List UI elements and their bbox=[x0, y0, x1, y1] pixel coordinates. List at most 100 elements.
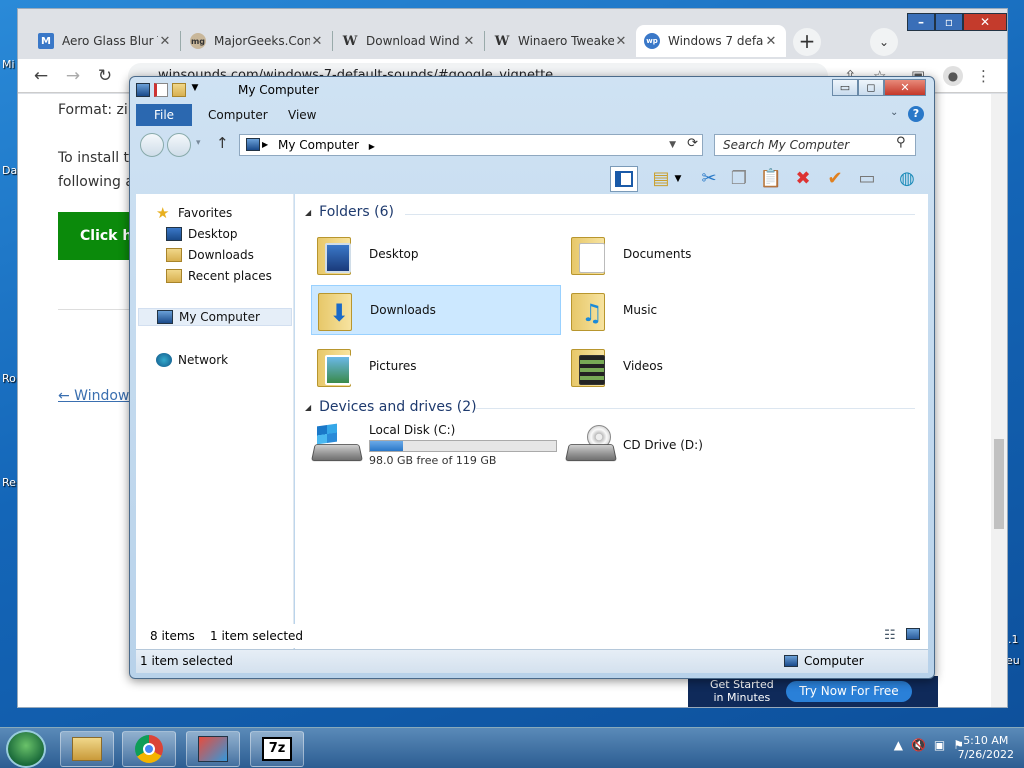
desktop-icon-label[interactable]: eu bbox=[1006, 654, 1020, 667]
copy-icon[interactable]: ❐ bbox=[726, 166, 752, 192]
nav-my-computer[interactable]: My Computer bbox=[138, 308, 292, 326]
folder-desktop[interactable]: Desktop bbox=[311, 229, 561, 279]
desktop-icon-label[interactable]: Da bbox=[2, 164, 17, 177]
tab-winaero-tweaker[interactable]: W Winaero Tweake ✕ bbox=[486, 25, 636, 57]
forward-arrow-icon[interactable]: → bbox=[62, 65, 84, 87]
network-globe-icon[interactable]: ◍ bbox=[894, 166, 920, 192]
back-button[interactable] bbox=[140, 133, 164, 157]
forward-button[interactable] bbox=[167, 133, 191, 157]
clock[interactable]: 5:10 AM 7/26/2022 bbox=[958, 734, 1014, 762]
taskbar-7zip-button[interactable]: 7z bbox=[250, 731, 304, 767]
tab-download-windows[interactable]: W Download Wind ✕ bbox=[334, 25, 484, 57]
new-tab-button[interactable]: + bbox=[793, 28, 821, 56]
tab-close-icon[interactable]: ✕ bbox=[158, 34, 172, 49]
maximize-button[interactable]: ◻ bbox=[858, 79, 884, 96]
breadcrumb-chevron-icon[interactable]: ▶ bbox=[262, 135, 268, 155]
minimize-button[interactable]: – bbox=[907, 13, 935, 31]
reload-icon[interactable]: ↻ bbox=[94, 65, 116, 87]
folder-downloads[interactable]: ⬇ Downloads bbox=[311, 285, 561, 335]
delete-x-icon[interactable]: ✖ bbox=[790, 166, 816, 192]
taskbar-chrome-button[interactable] bbox=[122, 731, 176, 767]
back-arrow-icon[interactable]: ← bbox=[30, 65, 52, 87]
folder-pictures[interactable]: Pictures bbox=[311, 341, 561, 391]
tab-close-icon[interactable]: ✕ bbox=[462, 34, 476, 49]
large-icons-view-icon[interactable] bbox=[906, 628, 920, 640]
dropdown-arrow-icon[interactable]: ▼ bbox=[672, 166, 684, 192]
tab-strip: M Aero Glass Blur T ✕ mg MajorGeeks.Con … bbox=[18, 9, 1007, 61]
tab-close-icon[interactable]: ✕ bbox=[764, 34, 778, 49]
folder-videos[interactable]: Videos bbox=[565, 341, 815, 391]
help-icon[interactable]: ? bbox=[908, 106, 924, 122]
volume-muted-icon[interactable]: 🔇 bbox=[911, 738, 926, 752]
drive-cd-d[interactable]: CD Drive (D:) bbox=[564, 420, 815, 470]
customize-qat-icon[interactable]: ▼ bbox=[190, 83, 200, 97]
details-view-icon[interactable]: ☷ bbox=[884, 628, 896, 643]
folder-music[interactable]: ♫ Music bbox=[565, 285, 815, 335]
maximize-button[interactable]: ▫ bbox=[935, 13, 963, 31]
desktop-icon-label[interactable]: Mi bbox=[2, 58, 15, 71]
tab-windows7-sounds[interactable]: wp Windows 7 defa ✕ bbox=[636, 25, 786, 57]
nav-recent-places[interactable]: Recent places bbox=[166, 267, 272, 285]
cut-scissors-icon[interactable]: ✂ bbox=[696, 166, 722, 192]
ad-cta-button[interactable]: Try Now For Free bbox=[786, 681, 912, 702]
collapse-arrow-icon[interactable]: ◢ bbox=[305, 403, 311, 412]
paste-clipboard-icon[interactable]: 📋 bbox=[758, 166, 784, 192]
previous-post-link[interactable]: ← Windows bbox=[58, 388, 137, 404]
desktop-icon-label[interactable]: Re bbox=[2, 476, 16, 489]
collapse-arrow-icon[interactable]: ◢ bbox=[305, 208, 311, 217]
desktop-folder-icon bbox=[317, 233, 353, 275]
tab-separator bbox=[332, 31, 333, 51]
up-arrow-icon[interactable]: ↑ bbox=[216, 134, 229, 152]
close-button[interactable]: ✕ bbox=[884, 79, 926, 96]
search-input[interactable]: Search My Computer bbox=[714, 134, 916, 156]
group-header-devices[interactable]: ◢ Devices and drives (2) bbox=[305, 399, 477, 415]
drive-local-disk-c[interactable]: Local Disk (C:) 98.0 GB free of 119 GB bbox=[310, 420, 561, 470]
show-hidden-icons-icon[interactable]: ▲ bbox=[894, 738, 903, 752]
breadcrumb-chevron-icon[interactable]: ▶ bbox=[369, 142, 375, 151]
tab-title: Aero Glass Blur T bbox=[62, 34, 158, 48]
rename-field-icon[interactable]: ▭ bbox=[854, 166, 880, 192]
advertisement-banner[interactable]: Get Started in Minutes Try Now For Free bbox=[688, 676, 938, 707]
tweaker-app-icon bbox=[198, 736, 228, 762]
network-icon[interactable]: ▣ bbox=[934, 738, 945, 752]
tab-search-button[interactable]: ⌄ bbox=[870, 28, 898, 56]
tab-majorgeeks[interactable]: mg MajorGeeks.Con ✕ bbox=[182, 25, 332, 57]
site-favicon-icon: W bbox=[494, 33, 510, 49]
tab-aero-glass[interactable]: M Aero Glass Blur T ✕ bbox=[30, 25, 180, 57]
start-button-windows-icon[interactable] bbox=[6, 730, 46, 768]
tab-computer[interactable]: Computer bbox=[194, 104, 282, 126]
address-dropdown-icon[interactable]: ▼ bbox=[669, 135, 676, 155]
rename-check-icon[interactable]: ✔ bbox=[822, 166, 848, 192]
folder-documents[interactable]: Documents bbox=[565, 229, 815, 279]
nav-favorites[interactable]: ★ Favorites bbox=[156, 204, 232, 222]
nav-desktop[interactable]: Desktop bbox=[166, 225, 238, 243]
nav-network[interactable]: Network bbox=[156, 351, 228, 369]
page-scrollbar[interactable] bbox=[991, 94, 1007, 707]
nav-downloads[interactable]: Downloads bbox=[166, 246, 254, 264]
group-header-folders[interactable]: ◢ Folders (6) bbox=[305, 204, 394, 220]
taskbar-explorer-button[interactable] bbox=[60, 731, 114, 767]
minimize-button[interactable]: ▭ bbox=[832, 79, 858, 96]
recent-locations-icon[interactable]: ▾ bbox=[196, 138, 201, 148]
desktop-icon-label[interactable]: Ro bbox=[2, 372, 16, 385]
desktop-icon-label[interactable]: .1 bbox=[1008, 633, 1019, 646]
menu-kebab-icon[interactable]: ⋮ bbox=[976, 67, 991, 85]
address-field[interactable]: ▶ My Computer ▶ ▼ ⟳ bbox=[239, 134, 703, 156]
ribbon-expand-icon[interactable]: ⌄ bbox=[890, 107, 898, 118]
scrollbar-thumb[interactable] bbox=[994, 439, 1004, 529]
tab-close-icon[interactable]: ✕ bbox=[614, 34, 628, 49]
properties-icon[interactable] bbox=[154, 83, 168, 97]
tab-view[interactable]: View bbox=[274, 104, 330, 126]
profile-avatar-icon[interactable]: ● bbox=[943, 66, 963, 86]
nav-label: My Computer bbox=[179, 310, 260, 324]
preview-pane-icon[interactable] bbox=[610, 166, 638, 192]
properties-check-icon[interactable]: ▤ bbox=[648, 166, 674, 192]
tab-close-icon[interactable]: ✕ bbox=[310, 34, 324, 49]
search-icon[interactable]: ⚲ bbox=[896, 135, 906, 150]
explorer-titlebar[interactable]: ▼ My Computer ▭ ◻ ✕ bbox=[130, 77, 934, 103]
taskbar-winaero-button[interactable] bbox=[186, 731, 240, 767]
tab-file[interactable]: File bbox=[136, 104, 192, 126]
new-folder-icon[interactable] bbox=[172, 83, 186, 97]
refresh-icon[interactable]: ⟳ bbox=[687, 134, 698, 154]
close-button[interactable]: ✕ bbox=[963, 13, 1007, 31]
